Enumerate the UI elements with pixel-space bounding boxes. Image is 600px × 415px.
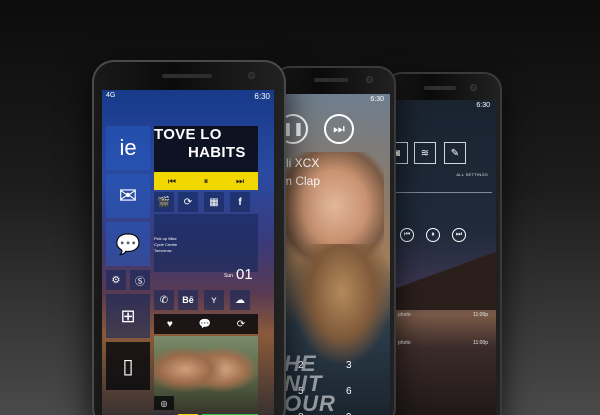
divider [396,192,492,193]
phone-middle: 6:30 ❚❚ ⏭ rli XCX m Clap HE NIT OUR RS 2… [272,66,396,415]
start-screen: 4G 6:30 ie ✉ 💬 ⚙ Ⓢ ⊞ ▯ TOVE LO HABITS ⏮ … [102,90,274,415]
music-title: TOVE LO HABITS [154,126,246,161]
internet-explorer-tile[interactable]: ie [106,126,150,170]
behance-icon: Bē [182,295,194,305]
status-network: 4G [106,92,116,99]
previous-icon[interactable]: ⏮ [400,228,414,242]
calendar-day: Sun [224,273,233,279]
next-icon[interactable]: ⏭ [452,228,466,242]
notification-label: photo [398,340,411,346]
video-tile[interactable]: 🎬 [154,192,174,212]
store-icon: ⊞ [120,305,136,326]
mail-tile[interactable]: ✉ [106,174,150,218]
yammer-icon: ʏ [211,294,217,306]
next-icon[interactable]: ⏭ [324,114,354,144]
phone-front: 4G 6:30 ie ✉ 💬 ⚙ Ⓢ ⊞ ▯ TOVE LO HABITS ⏮ … [92,60,286,415]
dial-key[interactable]: 2 [298,360,304,371]
calendar-icon: ▦ [209,196,219,208]
calendar-event: Pick up Mike Cycle Centre Tomorrow [154,236,178,253]
skype-icon: Ⓢ [135,276,145,288]
earpiece [314,78,348,82]
dial-key[interactable]: 5 [298,386,304,397]
social-tile[interactable]: ♥ 💬 ⟳ [154,314,258,334]
instagram-tile[interactable]: ◎ [154,396,174,410]
weather-icon: ☁ [235,294,245,306]
pause-icon[interactable]: ⏸ [426,228,440,242]
ie-icon: ie [119,135,137,160]
earpiece [424,86,456,90]
chat-icon[interactable]: 💬 [199,319,211,330]
refresh-icon[interactable]: ⟳ [237,319,245,330]
artist-name: rli XCX [282,156,320,170]
all-settings-link[interactable]: ALL SETTINGS [456,172,488,177]
facebook-tile[interactable]: f [230,192,250,212]
front-camera [248,72,255,79]
mail-icon: ✉ [118,183,138,208]
messaging-tile[interactable]: 💬 [106,222,150,266]
calendar-small-tile[interactable]: ▦ [204,192,224,212]
notification-item[interactable]: photo 11:00p [398,312,488,318]
status-time: 6:30 [370,96,384,103]
messaging-icon: 💬 [115,233,141,256]
music-controls-tile[interactable]: ⏮ ⏸ ⏭ [154,172,258,190]
next-icon[interactable]: ⏭ [236,176,244,187]
phone-icon: ✆ [159,294,169,306]
pause-icon[interactable]: ⏸ [204,176,209,187]
behance-tile[interactable]: Bē [178,290,198,310]
song-title: m Clap [282,174,321,188]
phone-tile[interactable]: ✆ [154,290,174,310]
office-tile[interactable]: ▯ [106,342,150,390]
phone-back: 6:30 ◙ ≋ ✎ ALL SETTINGS ⏮ ⏸ ⏭ photo 11:0… [384,72,502,415]
front-camera [366,76,373,83]
notification-time: 11:00p [473,312,488,318]
dial-key[interactable]: 3 [346,360,352,371]
settings-icon: ⚙ [111,274,121,286]
office-icon: ▯ [122,355,134,378]
poster-text: HE NIT OUR RS [284,351,336,415]
heart-icon[interactable]: ♥ [167,319,173,330]
previous-icon[interactable]: ⏮ [168,176,176,187]
status-time: 6:30 [254,92,270,101]
front-camera [470,84,477,91]
settings-tile[interactable]: ⚙ [106,270,126,290]
sync-tile[interactable]: ⟳ [178,192,198,212]
film-icon: 🎬 [157,196,171,208]
wifi-icon[interactable]: ≋ [414,142,436,164]
weather-tile[interactable]: ☁ [230,290,250,310]
store-tile[interactable]: ⊞ [106,294,150,338]
skype-tile[interactable]: Ⓢ [130,270,150,290]
yammer-tile[interactable]: ʏ [204,290,224,310]
calendar-date: 01 [236,266,253,283]
facebook-icon: f [238,196,242,208]
notification-item[interactable]: photo 11:00p [398,340,488,346]
action-center-screen: 6:30 ◙ ≋ ✎ ALL SETTINGS ⏮ ⏸ ⏭ photo 11:0… [392,100,496,415]
music-lock-screen: 6:30 ❚❚ ⏭ rli XCX m Clap HE NIT OUR RS 2… [282,94,390,415]
notification-label: photo [398,312,411,318]
earpiece [162,74,212,78]
note-icon[interactable]: ✎ [444,142,466,164]
notification-time: 11:00p [473,340,488,346]
dial-key[interactable]: 6 [346,386,352,397]
sync-icon: ⟳ [183,196,193,208]
mountain-wallpaper [392,250,496,310]
instagram-icon: ◎ [160,398,168,408]
album-art-hair [292,244,390,364]
status-time: 6:30 [476,102,490,109]
